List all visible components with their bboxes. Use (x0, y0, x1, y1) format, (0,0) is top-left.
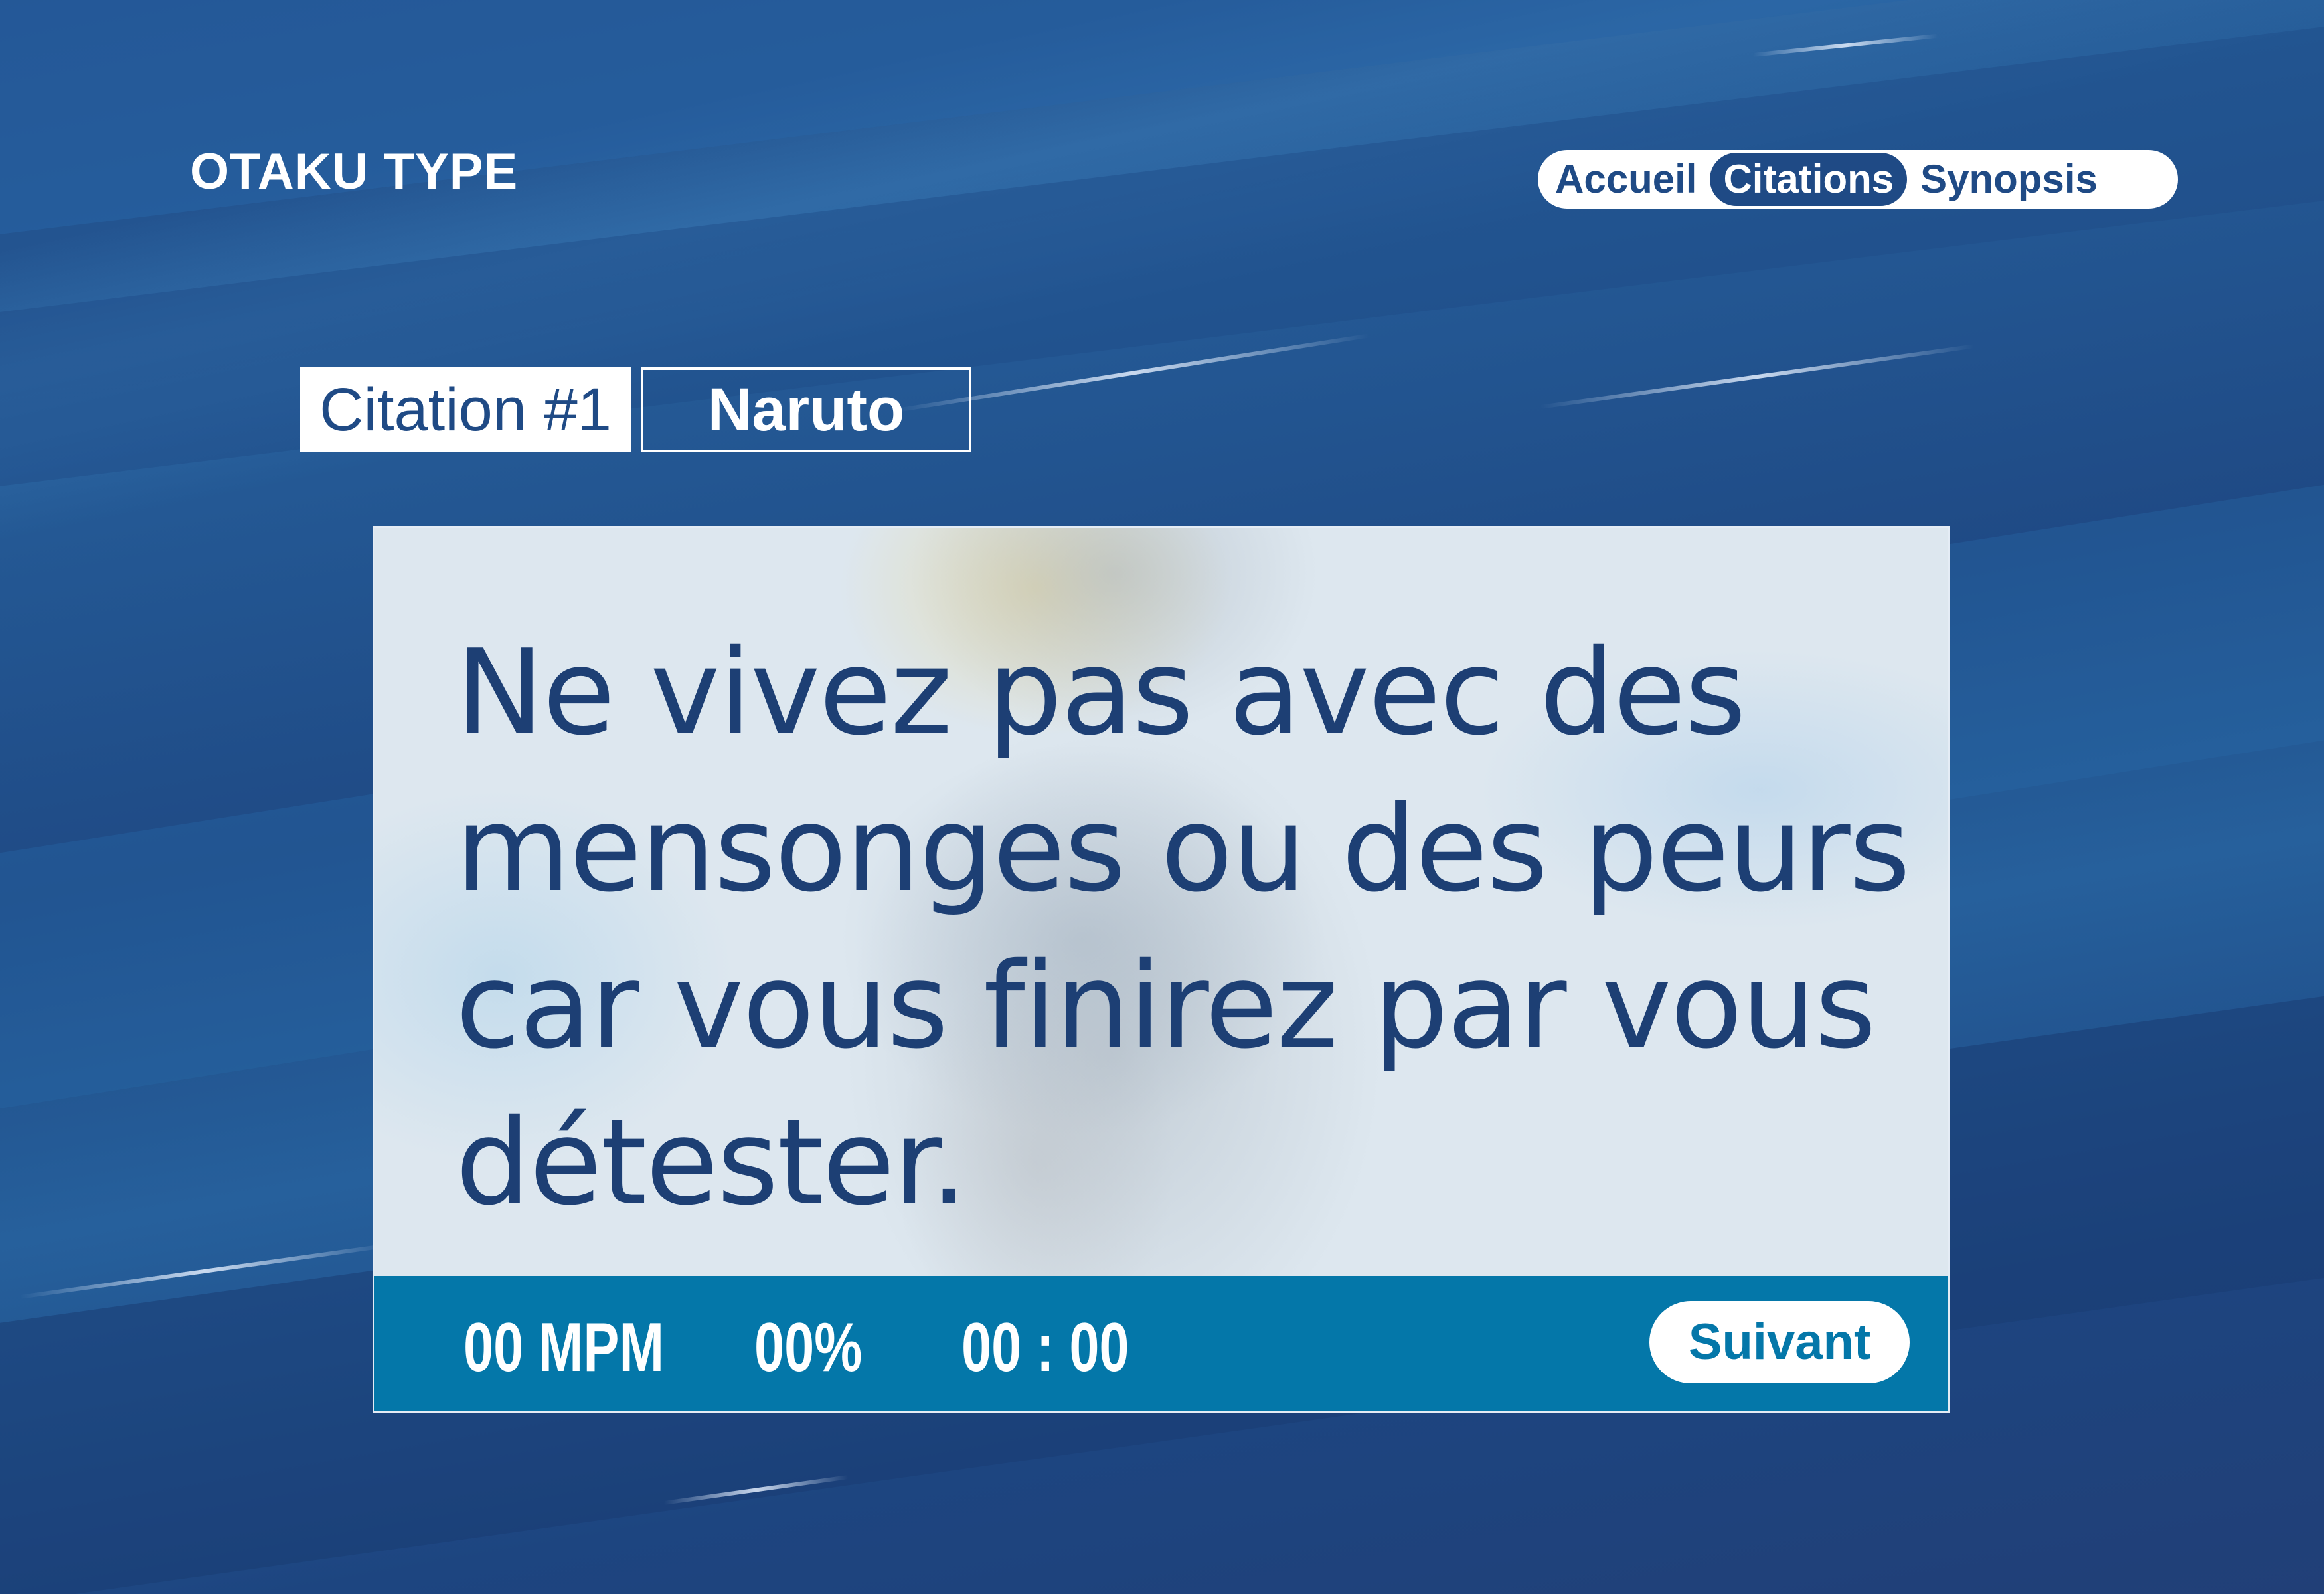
stats-bar: 00 MPM 00% 00 : 00 Suivant (374, 1276, 1948, 1411)
nav-item-accueil[interactable]: Accueil (1542, 153, 1710, 206)
main-nav: Accueil Citations Synopsis (1538, 150, 2178, 209)
light-streak (1752, 33, 1938, 57)
nav-item-citations[interactable]: Citations (1710, 153, 1908, 206)
accuracy-counter: 00% (754, 1309, 863, 1386)
quote-text[interactable]: Ne vivez pas avec des mensonges ou des p… (456, 614, 1916, 1241)
logo[interactable]: OTAKU TYPE (190, 143, 518, 201)
light-streak (1540, 344, 1975, 409)
anime-name-label: Naruto (641, 367, 971, 452)
timer: 00 : 00 (961, 1309, 1129, 1386)
wpm-counter: 00 MPM (463, 1309, 665, 1386)
citation-number-label: Citation #1 (300, 367, 631, 452)
nav-item-synopsis[interactable]: Synopsis (1907, 153, 2111, 206)
typing-card: Ne vivez pas avec des mensonges ou des p… (373, 526, 1950, 1413)
next-button[interactable]: Suivant (1649, 1301, 1910, 1383)
